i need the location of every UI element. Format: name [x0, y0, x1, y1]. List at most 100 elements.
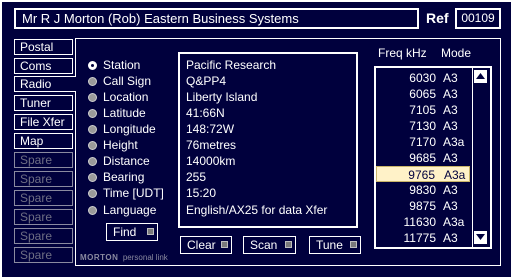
radio-label: Time [UDT] [103, 186, 164, 200]
mode-value: A3 [443, 87, 458, 101]
freq-column-header: Freq kHz [378, 46, 427, 60]
radio-label: Bearing [103, 170, 145, 184]
brand-name: MORTON [80, 253, 119, 262]
location-value: Liberty Island [186, 90, 258, 104]
tab-radio[interactable]: Radio [14, 76, 76, 92]
tab-spare-4[interactable]: Spare [14, 209, 73, 225]
ref-number-field[interactable]: 00109 [455, 8, 501, 29]
radio-distance[interactable]: Distance [88, 153, 150, 169]
freq-value: 11775 [403, 231, 436, 245]
freq-value: 7105 [409, 103, 436, 117]
list-item[interactable]: 9685 A3 [376, 150, 470, 166]
distance-value: 14000km [186, 154, 236, 168]
tab-tuner[interactable]: Tuner [14, 95, 73, 111]
list-item[interactable]: 7130 A3 [376, 118, 470, 134]
radio-dot [88, 141, 97, 150]
bearing-value: 255 [186, 170, 207, 184]
latitude-value: 41:66N [186, 106, 225, 120]
button-indicator [221, 241, 228, 248]
mode-value: A3 [443, 199, 458, 213]
language-value: English/AX25 for data Xfer [186, 203, 328, 217]
radio-dot [88, 77, 97, 86]
freq-value: 9765 [408, 168, 435, 182]
tune-button-label: Tune [316, 238, 343, 252]
list-scrollbar[interactable] [472, 68, 488, 247]
radio-dot [88, 109, 97, 118]
freq-value: 6065 [409, 87, 436, 101]
freq-value: 9875 [409, 199, 436, 213]
radio-height[interactable]: Height [88, 137, 138, 153]
tab-postal[interactable]: Postal [14, 39, 73, 55]
list-item[interactable]: 7105 A3 [376, 102, 470, 118]
list-item[interactable]: 15470 A3 [376, 246, 470, 247]
button-indicator [350, 241, 357, 248]
list-item[interactable]: 11775 A3 [376, 230, 470, 246]
mode-value: A3 [443, 71, 458, 85]
radio-longitude[interactable]: Longitude [88, 121, 156, 137]
find-button[interactable]: Find [106, 223, 158, 241]
radio-label: Latitude [103, 106, 146, 120]
radio-dot [88, 189, 97, 198]
list-item[interactable]: 9830 A3 [376, 182, 470, 198]
arrow-down-icon [476, 234, 485, 240]
button-indicator [147, 228, 154, 235]
radio-call-sign[interactable]: Call Sign [88, 73, 151, 89]
brand-tagline: personal link [122, 253, 168, 262]
scan-button[interactable]: Scan [243, 236, 296, 254]
tab-spare-6[interactable]: Spare [14, 247, 73, 263]
radio-bearing[interactable]: Bearing [88, 169, 144, 185]
radio-time[interactable]: Time [UDT] [88, 185, 164, 201]
clear-button[interactable]: Clear [180, 236, 232, 254]
list-item-selected[interactable]: 9765 A3a [376, 166, 470, 182]
station-value: Pacific Research [186, 58, 277, 72]
radio-latitude[interactable]: Latitude [88, 105, 146, 121]
list-item[interactable]: 6030 A3 [376, 70, 470, 86]
list-item[interactable]: 6065 A3 [376, 86, 470, 102]
height-value: 76metres [186, 138, 237, 152]
freq-value: 9830 [409, 183, 436, 197]
mode-column-header: Mode [441, 46, 472, 60]
tab-map[interactable]: Map [14, 133, 73, 149]
longitude-value: 148:72W [186, 122, 235, 136]
tab-spare-1[interactable]: Spare [14, 152, 73, 168]
tab-file-xfer[interactable]: File Xfer [14, 114, 73, 130]
freq-value: 15470 [403, 246, 436, 247]
tab-spare-3[interactable]: Spare [14, 190, 73, 206]
radio-label: Longitude [103, 122, 156, 136]
radio-dot [88, 157, 97, 166]
scan-button-label: Scan [250, 238, 278, 252]
radio-dot [88, 206, 97, 215]
scroll-up-button[interactable] [474, 70, 487, 83]
tab-spare-5[interactable]: Spare [14, 228, 73, 244]
tab-spare-2[interactable]: Spare [14, 171, 73, 187]
radio-language[interactable]: Language [88, 202, 156, 218]
mode-value: A3 [443, 183, 458, 197]
call-sign-value: Q&PP4 [186, 74, 227, 88]
tab-coms[interactable]: Coms [14, 58, 73, 74]
ref-label: Ref [426, 10, 449, 26]
clear-button-label: Clear [187, 238, 216, 252]
tune-button[interactable]: Tune [309, 236, 361, 254]
radio-label: Call Sign [103, 74, 152, 88]
mode-value: A3 [443, 246, 458, 247]
radio-station[interactable]: Station [88, 57, 140, 73]
list-item[interactable]: 7170 A3a [376, 134, 470, 150]
radio-label: Height [103, 138, 138, 152]
scroll-down-button[interactable] [474, 231, 487, 244]
freq-value: 11630 [403, 215, 436, 229]
radio-label: Station [103, 58, 141, 72]
freq-value: 6030 [409, 71, 436, 85]
radio-dot-selected [88, 61, 97, 70]
radio-dot [88, 93, 97, 102]
radio-dot [88, 173, 97, 182]
radio-location[interactable]: Location [88, 89, 148, 105]
brand-logo: MORTON personal link [80, 253, 168, 263]
arrow-up-icon [476, 73, 485, 79]
radio-dot [88, 125, 97, 134]
freq-value: 9685 [409, 151, 436, 165]
mode-value: A3 [443, 231, 458, 245]
mode-value: A3a [443, 215, 465, 229]
time-value: 15:20 [186, 186, 217, 200]
list-item[interactable]: 9875 A3 [376, 198, 470, 214]
list-item[interactable]: 11630 A3a [376, 214, 470, 230]
